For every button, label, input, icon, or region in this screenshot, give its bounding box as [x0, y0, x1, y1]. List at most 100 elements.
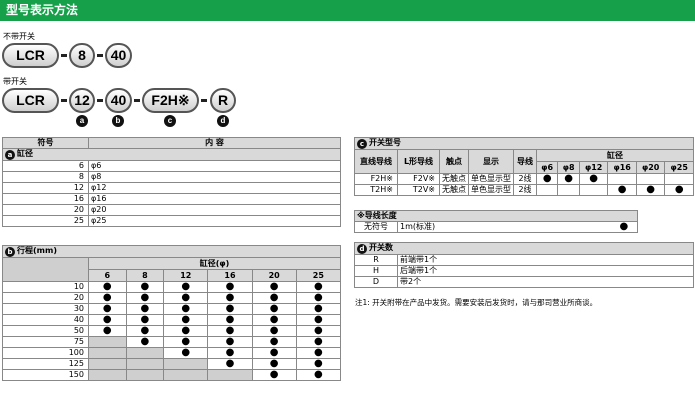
- available-dot: ●: [207, 358, 253, 370]
- table-row: 40 ● ● ● ● ● ●: [2, 314, 342, 326]
- available-dot: ●: [295, 369, 342, 381]
- separator-dash: [201, 99, 207, 102]
- available-dot: ●: [295, 314, 342, 326]
- available-dot: ●: [88, 314, 127, 326]
- table-row: 8 φ8: [2, 171, 341, 183]
- header-content: 内 容: [88, 137, 341, 149]
- available-dot: ●: [207, 314, 253, 326]
- marker-b-icon: b: [112, 115, 124, 127]
- section-switch-count: d 开关数: [354, 242, 694, 255]
- marker-c-icon: c: [357, 139, 367, 149]
- available-dot: ●: [125, 292, 165, 304]
- available-dot: ●: [295, 281, 342, 293]
- table-row: 125 ● ● ●: [2, 358, 342, 370]
- model-part-switch-count: R: [210, 88, 236, 113]
- available-dot: ●: [88, 292, 127, 304]
- bore-col-header: 6: [88, 269, 127, 282]
- available-dot: ●: [207, 347, 253, 359]
- available-dot: ●: [295, 347, 342, 359]
- stroke-value: 50: [2, 325, 89, 337]
- bore-col-header: φ8: [557, 161, 580, 174]
- available-dot: ●: [163, 325, 209, 337]
- available-dot: ●: [251, 314, 297, 326]
- empty-cell: [664, 173, 694, 185]
- bore-col-header: φ6: [535, 161, 559, 174]
- unavailable-cell: [125, 347, 165, 359]
- model-part-series: LCR: [2, 43, 59, 68]
- switch-straight: F2H※: [354, 173, 398, 185]
- table-row: H 后端带1个: [354, 265, 694, 277]
- stroke-value: 100: [2, 347, 89, 359]
- available-dot: ●: [607, 184, 637, 196]
- bore-col-header: 25: [295, 269, 342, 282]
- available-dot: ●: [207, 325, 253, 337]
- model-part-switch: F2H※: [142, 88, 199, 113]
- switch-display: 单色显示型: [468, 184, 514, 196]
- section-switch: c 开关型号: [354, 137, 694, 150]
- separator-dash: [61, 54, 67, 57]
- available-dot: ●: [207, 281, 253, 293]
- unavailable-cell: [88, 347, 127, 359]
- table-row: 50 ● ● ● ● ● ●: [2, 325, 342, 337]
- separator-dash: [97, 99, 103, 102]
- unavailable-cell: [88, 358, 127, 370]
- model-part-bore: 8: [69, 43, 95, 68]
- stroke-value: 150: [2, 369, 89, 381]
- available-dot: ●: [251, 325, 297, 337]
- model-part-series: LCR: [2, 88, 59, 113]
- available-dot: ●: [557, 173, 580, 185]
- stroke-value: 40: [2, 314, 89, 326]
- available-dot: ●: [163, 314, 209, 326]
- available-dot: ●: [251, 292, 297, 304]
- switch-l-type: F2V※: [397, 173, 440, 185]
- switch-wire: 2线: [513, 173, 537, 185]
- switch-count-table: d 开关数 R 前端带1个 H 后端带1个 D 带2个: [354, 242, 694, 288]
- available-dot: ●: [664, 184, 694, 196]
- available-dot: ●: [207, 303, 253, 315]
- footnote: 注1: 开关附带在产品中发货。需要安装后发货时，请与那司营业所商谈。: [355, 298, 598, 307]
- separator-dash: [61, 99, 67, 102]
- available-dot: ●: [295, 336, 342, 348]
- stroke-value: 30: [2, 303, 89, 315]
- model-part-stroke: 40: [105, 43, 132, 68]
- available-dot: ●: [125, 281, 165, 293]
- section-stroke: b 行程(mm): [2, 245, 341, 258]
- table-row: 150 ● ●: [2, 369, 342, 381]
- available-dot: ●: [251, 369, 297, 381]
- marker-d-icon: d: [357, 244, 367, 254]
- unavailable-cell: [88, 336, 127, 348]
- marker-d-icon: d: [217, 115, 229, 127]
- unavailable-cell: [125, 358, 165, 370]
- available-dot: ●: [125, 314, 165, 326]
- switch-table: c 开关型号 直线导线 L形导线 触点 显示 导线 缸径 φ6 φ8 φ12 φ16 φ2…: [354, 137, 694, 196]
- stroke-value: 75: [2, 336, 89, 348]
- available-dot: ●: [125, 303, 165, 315]
- with-switch-label: 带开关: [3, 77, 27, 86]
- switch-straight: T2H※: [354, 184, 398, 196]
- section-wire-length: ※导线长度: [354, 210, 638, 222]
- marker-a-icon: a: [5, 150, 15, 160]
- available-dot: ●: [535, 173, 559, 185]
- available-dot: ●: [125, 325, 165, 337]
- stroke-value: 10: [2, 281, 89, 293]
- available-dot: ●: [207, 292, 253, 304]
- stroke-value: 125: [2, 358, 89, 370]
- available-dot: ●: [163, 347, 209, 359]
- bore-col-header: φ25: [664, 161, 694, 174]
- model-part-stroke: 40: [105, 88, 132, 113]
- stroke-table: b 行程(mm) 缸径(φ) 6 8 12 16 20 25 10 ● ● ● ● ● ● 20 ● ● ● ● ●…: [2, 245, 342, 381]
- empty-cell: [578, 184, 609, 196]
- bore-col-header: 12: [163, 269, 209, 282]
- table-row: F2H※ F2V※ 无触点 单色显示型 2线 ● ● ●: [354, 173, 694, 185]
- bore-table: 符号内 容 a 缸径 6 φ6 8 φ8 12 φ12 16 φ16 20 φ20 25 φ2…: [2, 137, 341, 227]
- table-row: 12 φ12: [2, 182, 341, 194]
- wire-length-table: ※导线长度 无符号 1m(标准) ●: [354, 210, 638, 233]
- table-row: 16 φ16: [2, 193, 341, 205]
- table-row: 75 ● ● ● ● ●: [2, 336, 342, 348]
- available-dot: ●: [88, 303, 127, 315]
- table-row: T2H※ T2V※ 无触点 单色显示型 2线 ● ● ●: [354, 184, 694, 196]
- available-dot: ●: [295, 292, 342, 304]
- table-row: 6 φ6: [2, 160, 341, 172]
- empty-cell: [535, 184, 559, 196]
- available-dot: ●: [295, 303, 342, 315]
